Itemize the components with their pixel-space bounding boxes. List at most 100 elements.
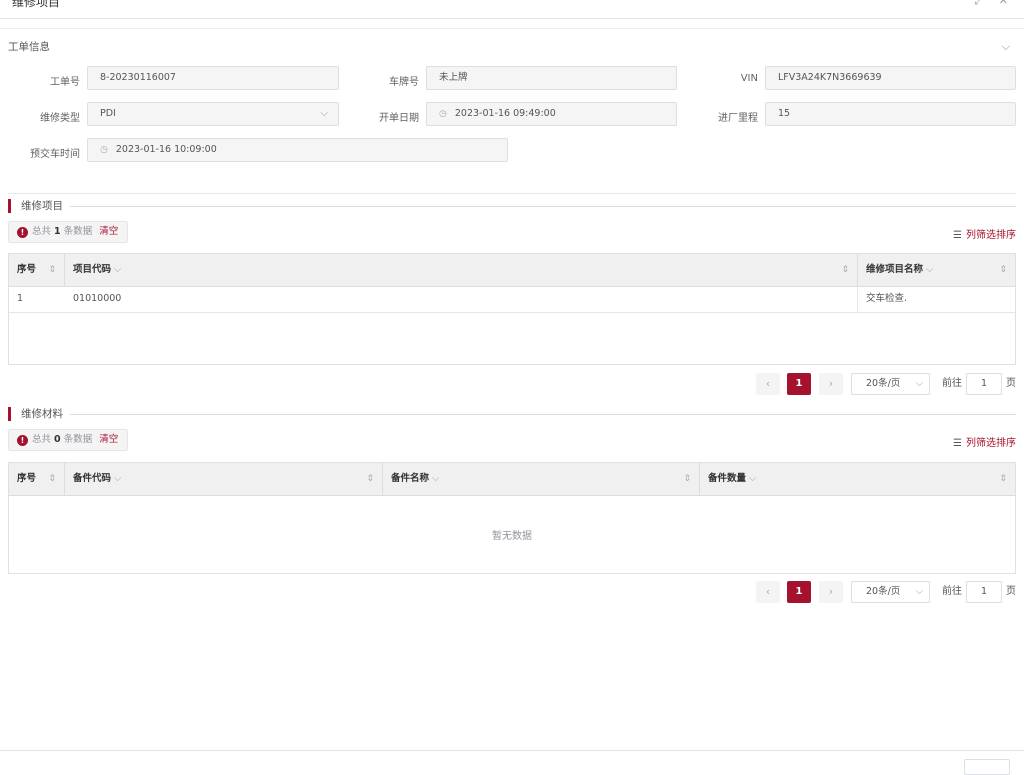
goto-prefix: 前往	[942, 586, 962, 597]
info-icon: !	[17, 227, 28, 238]
section-divider	[0, 28, 1024, 29]
delivery-time-picker[interactable]: ◷ 2023-01-16 10:09:00	[87, 138, 508, 162]
column-header-part-quantity[interactable]: 备件数量 ⌵ ⇕	[700, 463, 1015, 495]
table-row[interactable]: 1 01010000 交车检查.	[9, 286, 1015, 313]
chevron-down-icon[interactable]: ⌵	[1002, 40, 1010, 54]
column-header-item-name[interactable]: 维修项目名称 ⌵ ⇕	[858, 254, 1015, 286]
repair-type-value: PDI	[100, 108, 116, 119]
filter-label: 列筛选排序	[966, 438, 1016, 449]
chevron-down-icon: ⌵	[114, 473, 122, 484]
column-header-part-code[interactable]: 备件代码 ⌵ ⇕	[65, 463, 383, 495]
column-filter-sort-button[interactable]: ☰ 列筛选排序	[953, 434, 1016, 449]
page-size-value: 20条/页	[866, 378, 901, 389]
empty-state-text: 暂无数据	[492, 531, 532, 542]
window-titlebar: 维修项目 ⤢ ✕	[0, 0, 1024, 19]
cell-item-name: 交车检查.	[866, 293, 908, 304]
column-filter-sort-button[interactable]: ☰ 列筛选排序	[953, 226, 1016, 241]
sort-icon[interactable]: ⇕	[48, 463, 56, 495]
next-page-icon[interactable]: ›	[819, 373, 843, 395]
repair-items-title: 维修项目	[8, 199, 63, 213]
clear-button[interactable]: 清空	[99, 434, 118, 445]
chevron-down-icon: ⌵	[114, 264, 122, 275]
sort-icon[interactable]: ⇕	[366, 463, 374, 495]
column-label: 序号	[17, 473, 37, 484]
next-page-icon[interactable]: ›	[819, 581, 843, 603]
delivery-time-label: 预交车时间	[30, 149, 80, 160]
sort-icon[interactable]: ⇕	[48, 254, 56, 286]
section-line	[70, 206, 1016, 207]
footer-divider	[0, 750, 1024, 751]
vin-label: VIN	[740, 73, 758, 84]
column-header-index[interactable]: 序号 ⇕	[9, 254, 65, 286]
page-number[interactable]: 1	[787, 581, 811, 603]
column-header-part-name[interactable]: 备件名称 ⌵ ⇕	[383, 463, 700, 495]
summary-suffix: 条数据	[63, 226, 93, 237]
column-header-item-code[interactable]: 项目代码 ⌵ ⇕	[65, 254, 858, 286]
open-date-label: 开单日期	[379, 113, 419, 124]
chevron-down-icon: ⌵	[320, 108, 328, 119]
materials-pagination: ‹ 1 › 20条/页 ⌵ 前往 1 页	[756, 581, 1018, 603]
materials-summary: ! 总共 0 条数据 清空	[8, 429, 128, 451]
window-controls[interactable]: ⤢ ✕	[974, 0, 1014, 8]
divider	[8, 193, 1016, 194]
cell-item-code: 01010000	[65, 286, 858, 312]
table-header: 序号 ⇕ 项目代码 ⌵ ⇕ 维修项目名称 ⌵ ⇕	[9, 254, 1015, 287]
repair-items-table: 序号 ⇕ 项目代码 ⌵ ⇕ 维修项目名称 ⌵ ⇕ 1 01010000 交车检查.	[8, 253, 1016, 365]
chevron-down-icon: ⌵	[915, 586, 923, 597]
page-size-select[interactable]: 20条/页 ⌵	[851, 581, 930, 603]
summary-count: 0	[54, 434, 61, 445]
cell-index: 1	[17, 293, 24, 304]
summary-suffix: 条数据	[63, 434, 93, 445]
goto-suffix: 页	[1006, 586, 1016, 597]
prev-page-icon[interactable]: ‹	[756, 581, 780, 603]
chevron-down-icon: ⌵	[749, 473, 757, 484]
column-label: 维修项目名称	[866, 264, 924, 275]
page-size-select[interactable]: 20条/页 ⌵	[851, 373, 930, 395]
column-label: 备件名称	[391, 473, 430, 484]
sort-icon[interactable]: ⇕	[999, 254, 1007, 286]
vin-field[interactable]: LFV3A24K7N3669639	[765, 66, 1016, 90]
goto-page-input[interactable]: 1	[966, 581, 1002, 603]
sliders-icon: ☰	[953, 438, 962, 449]
chevron-down-icon: ⌵	[432, 473, 440, 484]
section-line	[70, 414, 1016, 415]
items-summary: ! 总共 1 条数据 清空	[8, 221, 128, 243]
open-date-picker[interactable]: ◷ 2023-01-16 09:49:00	[426, 102, 677, 126]
mileage-label: 进厂里程	[718, 113, 758, 124]
chevron-down-icon: ⌵	[926, 264, 934, 275]
mileage-field[interactable]: 15	[765, 102, 1016, 126]
clear-button[interactable]: 清空	[99, 226, 118, 237]
summary-count: 1	[54, 226, 61, 237]
column-label: 项目代码	[73, 264, 112, 275]
items-pagination: ‹ 1 › 20条/页 ⌵ 前往 1 页	[756, 373, 1018, 395]
clock-icon: ◷	[439, 109, 447, 119]
summary-prefix: 总共	[32, 226, 52, 237]
work-order-info-title: 工单信息	[8, 41, 50, 53]
info-icon: !	[17, 435, 28, 446]
delivery-time-value: 2023-01-16 10:09:00	[115, 144, 217, 155]
goto-prefix: 前往	[942, 378, 962, 389]
goto-page-input[interactable]: 1	[966, 373, 1002, 395]
clock-icon: ◷	[100, 145, 108, 155]
filter-label: 列筛选排序	[966, 230, 1016, 241]
column-label: 备件数量	[708, 473, 747, 484]
column-header-index[interactable]: 序号 ⇕	[9, 463, 65, 495]
chevron-down-icon: ⌵	[915, 378, 923, 389]
prev-page-icon[interactable]: ‹	[756, 373, 780, 395]
repair-type-label: 维修类型	[40, 113, 80, 124]
sort-icon[interactable]: ⇕	[841, 254, 849, 286]
page-number[interactable]: 1	[787, 373, 811, 395]
plate-no-field[interactable]: 未上牌	[426, 66, 677, 90]
summary-prefix: 总共	[32, 434, 52, 445]
footer-button[interactable]	[964, 759, 1010, 775]
sort-icon[interactable]: ⇕	[999, 463, 1007, 495]
table-header: 序号 ⇕ 备件代码 ⌵ ⇕ 备件名称 ⌵ ⇕ 备件数量 ⌵ ⇕	[9, 463, 1015, 496]
order-no-label: 工单号	[50, 77, 80, 88]
order-no-field[interactable]: 8-20230116007	[87, 66, 339, 90]
open-date-value: 2023-01-16 09:49:00	[454, 108, 556, 119]
plate-no-label: 车牌号	[389, 77, 419, 88]
sliders-icon: ☰	[953, 230, 962, 241]
column-label: 备件代码	[73, 473, 112, 484]
repair-type-select[interactable]: PDI ⌵	[87, 102, 339, 126]
sort-icon[interactable]: ⇕	[683, 463, 691, 495]
